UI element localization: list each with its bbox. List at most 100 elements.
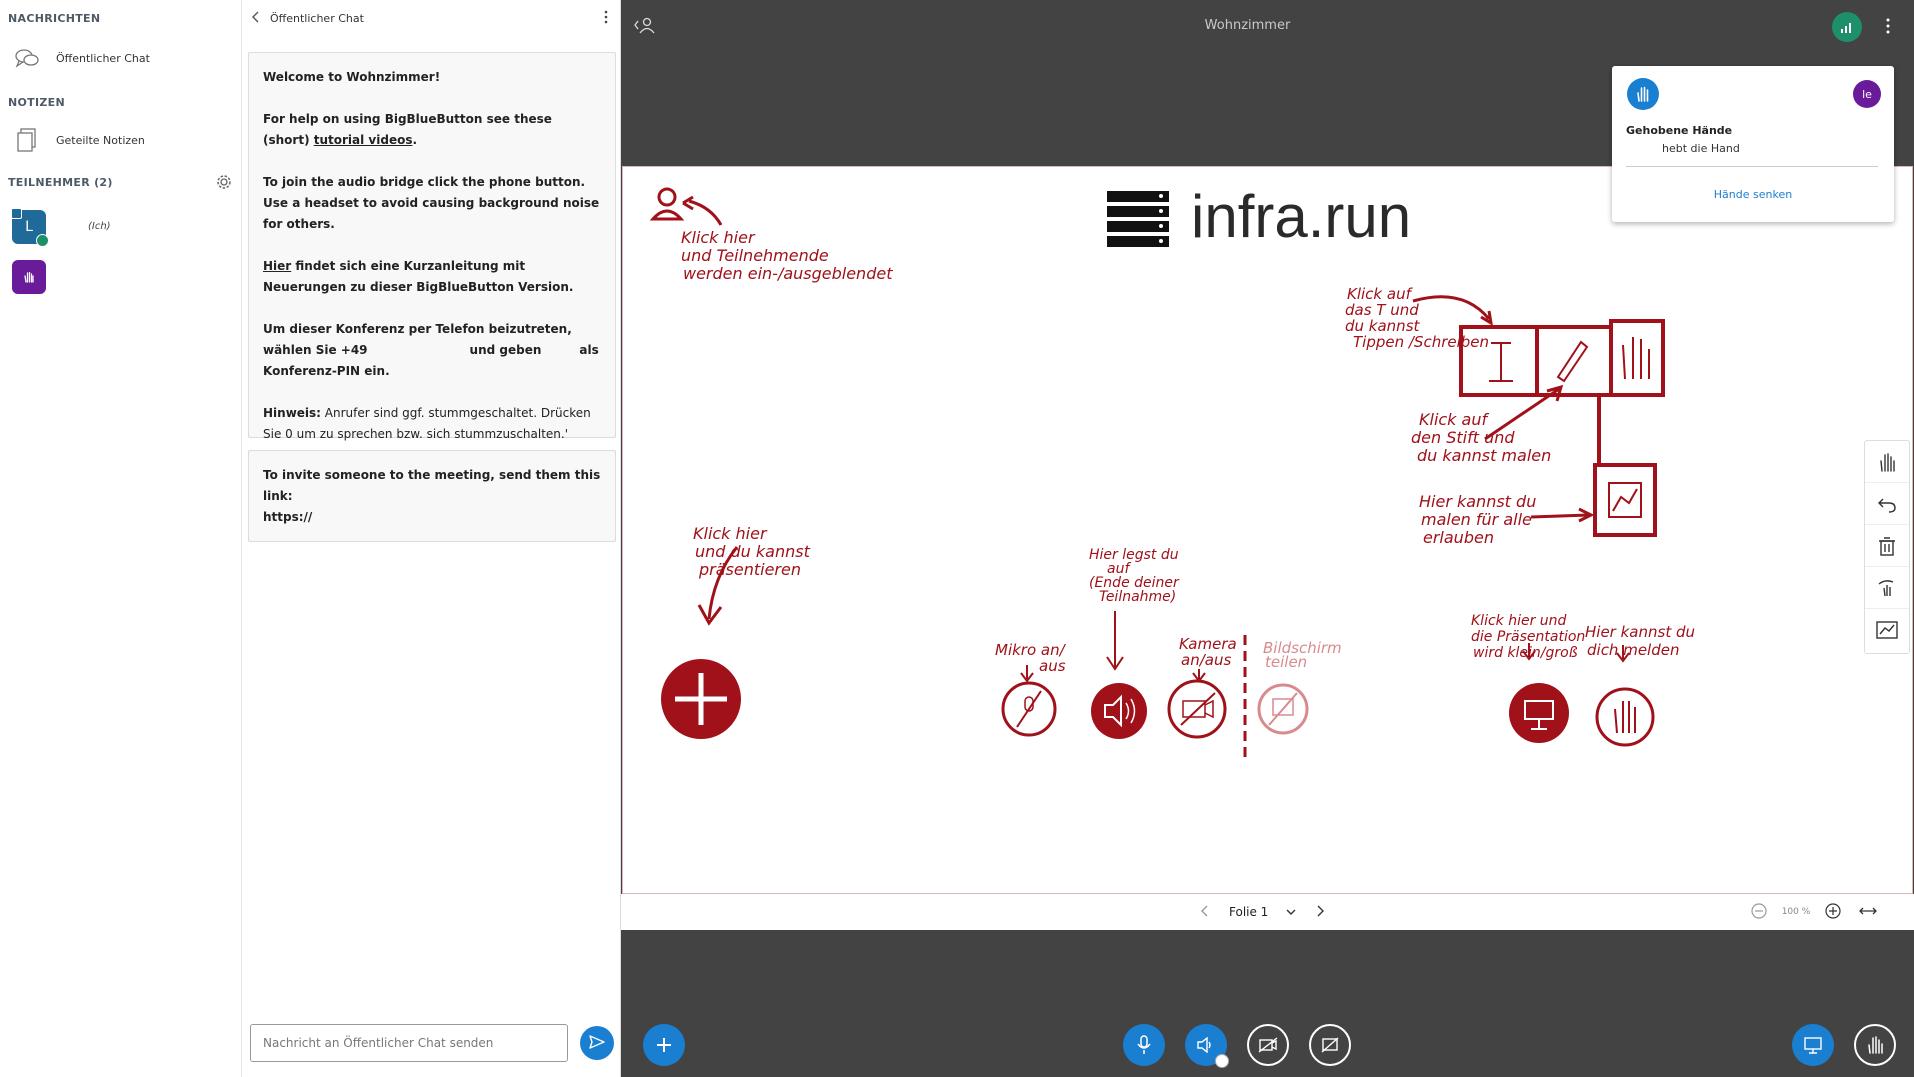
present-note: Klick hier und du kannst präsentieren [693, 524, 811, 579]
tool-clear[interactable] [1865, 525, 1909, 567]
user-row-hand-raised[interactable] [8, 258, 234, 298]
chat-message-input[interactable]: Nachricht an Öffentlicher Chat senden [250, 1024, 568, 1062]
microphone-status-icon [36, 234, 49, 247]
slide-selector[interactable]: Folie 1 [1223, 905, 1302, 919]
hier-line: Hier findet sich eine Kurzanleitung mit … [263, 256, 601, 298]
presentation-size-note: Klick hier und die Präsentation wird kle… [1471, 613, 1585, 661]
annotation-line: Klick hier [693, 524, 768, 543]
chat-panel: Öffentlicher Chat Welcome to Wohnzimmer!… [242, 0, 621, 1077]
chat-title[interactable]: Öffentlicher Chat [270, 12, 364, 25]
mic-note: Mikro an/ aus [995, 641, 1067, 675]
camera-off-icon [1258, 1037, 1278, 1053]
hier-link[interactable]: Hier [263, 259, 291, 273]
audio-settings-chevron-icon[interactable] [1215, 1054, 1229, 1068]
slide-toolbar: Folie 1 100 % [621, 894, 1914, 930]
whiteboard-toolbar [1864, 440, 1910, 654]
tool-pen[interactable] [1865, 609, 1909, 651]
annotation-line: teilen [1265, 653, 1307, 671]
tool-undo[interactable] [1865, 483, 1909, 525]
chevron-down-icon [1286, 909, 1296, 915]
annotation-line: Klick auf [1419, 410, 1489, 429]
text-tool-note: Klick auf das T und du kannst Tippen /Sc… [1345, 285, 1489, 351]
phone-line: Um dieser Konferenz per Telefon beizutre… [263, 319, 601, 382]
phone-text-2: und geben [469, 343, 542, 357]
presentation-slide[interactable]: infra.run Klick hier und Teilnehmende we… [622, 166, 1913, 894]
welcome-suffix: ! [434, 70, 441, 84]
annotation-line: du kannst malen [1417, 446, 1551, 465]
raise-hand-note: Hier kannst du dich melden [1585, 623, 1695, 659]
invite-text: To invite someone to the meeting, send t… [263, 468, 601, 503]
raise-hand-button[interactable] [1854, 1024, 1896, 1066]
multi-user-note: Hier kannst du malen für alle erlauben [1419, 492, 1536, 547]
annotation-line: präsentieren [698, 560, 801, 579]
raise-hand-illustration [1595, 687, 1655, 747]
welcome-message: Welcome to Wohnzimmer! For help on using… [248, 52, 616, 441]
participants-settings-icon[interactable] [216, 174, 232, 194]
camera-button[interactable] [1247, 1024, 1289, 1066]
actions-plus-button[interactable] [643, 1024, 685, 1066]
tutorial-videos-link[interactable]: tutorial videos [314, 133, 413, 147]
invite-message: To invite someone to the meeting, send t… [248, 450, 616, 542]
user-row-self[interactable]: L (Ich) [8, 208, 234, 248]
multi-user-icon [1878, 579, 1894, 596]
users-toggle-illustration [649, 187, 723, 226]
screenshare-note: Bildschirm teilen [1263, 639, 1342, 671]
connection-status-icon[interactable] [1832, 12, 1862, 42]
tool-multi-user[interactable] [1865, 567, 1909, 609]
mic-illustration [1001, 681, 1057, 737]
pen-tool-icon [1876, 621, 1898, 639]
undo-icon [1878, 498, 1896, 513]
tool-hand[interactable] [1865, 441, 1909, 483]
send-button[interactable] [580, 1026, 614, 1060]
public-chat-item[interactable]: Öffentlicher Chat [8, 38, 234, 78]
annotation-line: den Stift und [1411, 428, 1515, 447]
microphone-icon [1137, 1035, 1151, 1054]
audio-line: To join the audio bridge click the phone… [263, 175, 600, 231]
popover-divider [1626, 166, 1878, 167]
welcome-prefix: Welcome to [263, 70, 347, 84]
annotation-line: dich melden [1587, 641, 1679, 659]
speaker-illustration [1091, 683, 1147, 739]
lower-hands-button[interactable]: Hände senken [1612, 188, 1894, 201]
shared-notes-label: Geteilte Notizen [56, 133, 145, 147]
plus-icon [657, 1038, 671, 1052]
messages-section-title: NACHRICHTEN [8, 12, 101, 25]
presentation-toggle-button[interactable] [1792, 1024, 1834, 1066]
zoom-in-icon[interactable] [1825, 902, 1841, 922]
presentation-illustration [1509, 683, 1569, 743]
leave-audio-note: Hier legst du auf (Ende deiner Teilnahme… [1089, 547, 1180, 605]
slide-navigation: Folie 1 [1201, 894, 1325, 930]
annotation-line: erlauben [1423, 528, 1494, 547]
microphone-button[interactable] [1123, 1024, 1165, 1066]
slide-canvas: infra.run Klick hier und Teilnehmende we… [649, 183, 1695, 757]
annotation-line: und du kannst [695, 542, 811, 561]
raised-hands-popover: le Gehobene Hände hebt die Hand Hände se… [1612, 66, 1894, 222]
hier-text: findet sich eine Kurzanleitung mit Neuer… [263, 259, 574, 294]
user-list-panel: NACHRICHTEN Öffentlicher Chat NOTIZEN Ge… [0, 0, 242, 1077]
annotation-line: Tippen /Schreiben [1353, 333, 1489, 351]
back-chevron-icon[interactable] [252, 11, 260, 26]
zoom-out-icon[interactable] [1751, 902, 1767, 922]
chat-options-icon[interactable] [604, 10, 608, 27]
plus-illustration [661, 659, 741, 739]
annotation-line: Hier kannst du [1585, 623, 1695, 641]
zoom-controls: 100 % [1751, 894, 1877, 930]
hint-label: Hinweis: [263, 406, 321, 420]
fit-width-icon[interactable] [1859, 906, 1877, 919]
next-slide-icon[interactable] [1316, 905, 1325, 920]
leave-audio-button[interactable] [1185, 1024, 1229, 1068]
annotation-line: Klick hier und [1471, 613, 1567, 629]
raised-hand-icon [24, 271, 34, 283]
notes-section-title: NOTIZEN [8, 96, 65, 109]
slide-label: Folie 1 [1229, 905, 1269, 919]
camera-illustration [1167, 679, 1227, 739]
screenshare-button[interactable] [1309, 1024, 1351, 1066]
shared-notes-item[interactable]: Geteilte Notizen [8, 120, 234, 160]
annotation-line: Hier kannst du [1419, 492, 1536, 511]
options-menu-icon[interactable] [1886, 18, 1890, 34]
welcome-room: Wohnzimmer [346, 70, 435, 84]
invite-link[interactable]: https:// [263, 507, 601, 528]
hand-tool-icon [1880, 452, 1895, 472]
raise-hand-icon [1868, 1036, 1883, 1054]
previous-slide-icon[interactable] [1201, 905, 1209, 920]
